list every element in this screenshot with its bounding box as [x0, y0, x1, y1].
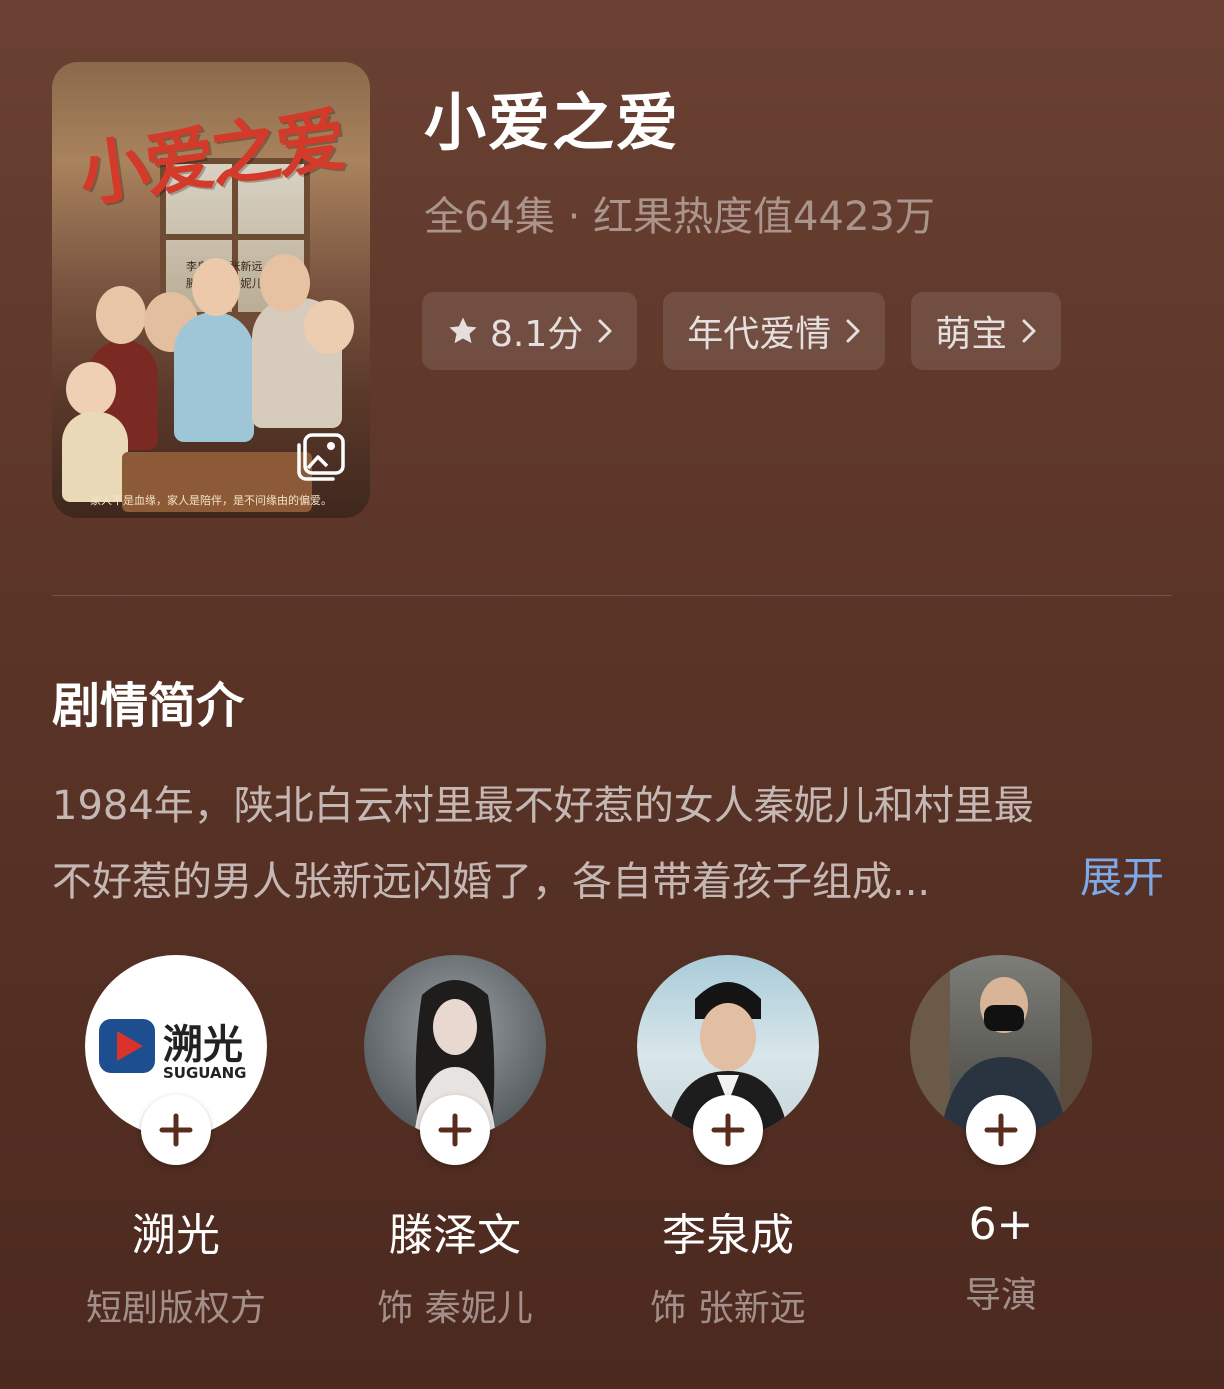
synopsis-line: 1984年，陕北白云村里最不好惹的女人秦妮儿和村里最	[52, 783, 1034, 829]
plus-icon	[159, 1113, 193, 1147]
rating-chip[interactable]: 8.1分	[422, 292, 638, 370]
poster-tagline: 家人不是血缘，家人是陪伴，是不问缘由的偏爱。	[90, 494, 332, 507]
genre-label: 萌宝	[935, 314, 1008, 355]
cast-item[interactable]: 6+ 导演	[881, 955, 1121, 1318]
cast-item[interactable]: 溯光 SUGUANG 溯光 短剧版权方	[56, 955, 296, 1331]
poster-figure	[96, 286, 146, 344]
plus-icon	[438, 1113, 472, 1147]
drama-meta: 全64集 · 红果热度值4423万	[424, 194, 935, 240]
synopsis-heading: 剧情简介	[52, 678, 245, 734]
cast-name: 李泉成	[662, 1210, 794, 1261]
follow-button[interactable]	[693, 1095, 763, 1165]
expand-button[interactable]: 展开	[1080, 844, 1164, 905]
drama-title: 小爱之爱	[424, 86, 681, 159]
poster-figure	[66, 362, 116, 416]
genre-label: 年代爱情	[687, 314, 832, 355]
cast-name: 滕泽文	[389, 1210, 521, 1261]
chevron-right-icon	[1022, 319, 1036, 343]
poster-figure	[62, 412, 128, 502]
poster-figure	[304, 300, 354, 354]
cast-name: 6+	[968, 1199, 1034, 1250]
cast-item[interactable]: 李泉成 饰 张新远	[608, 955, 848, 1331]
follow-button[interactable]	[141, 1095, 211, 1165]
follow-button[interactable]	[966, 1095, 1036, 1165]
follow-button[interactable]	[420, 1095, 490, 1165]
poster-image[interactable]: 小爱之爱 李泉成 · 张新远 滕泽文 · 秦妮儿 家人不是血缘，家人是陪伴，是不…	[52, 62, 370, 518]
cast-role: 导演	[964, 1275, 1037, 1316]
poster-figure	[174, 312, 254, 442]
synopsis-line: 不好惹的男人张新远闪婚了，各自带着孩子组成...	[52, 859, 931, 905]
cast-name: 溯光	[132, 1210, 220, 1261]
poster-figure	[260, 254, 310, 312]
genre-chip-romance[interactable]: 年代爱情	[663, 292, 886, 370]
synopsis-text: 1984年，陕北白云村里最不好惹的女人秦妮儿和村里最 不好惹的男人张新远闪婚了，…	[52, 768, 1172, 920]
plus-icon	[984, 1113, 1018, 1147]
image-gallery-icon[interactable]	[294, 432, 346, 484]
logo-subtext: SUGUANG	[163, 1064, 247, 1082]
logo-text: 溯光	[163, 1022, 243, 1068]
plus-icon	[711, 1113, 745, 1147]
star-icon	[449, 317, 477, 344]
chevron-right-icon	[846, 319, 860, 343]
rating-label: 8.1分	[490, 314, 584, 355]
genre-chip-cute-baby[interactable]: 萌宝	[911, 292, 1062, 370]
tag-row: 8.1分 年代爱情 萌宝	[422, 292, 1062, 370]
cast-list: 溯光 SUGUANG 溯光 短剧版权方 滕泽文 饰 秦妮儿 李泉成 饰 张新远 …	[0, 955, 1224, 1335]
cast-role: 饰 秦妮儿	[377, 1288, 533, 1329]
cast-role: 饰 张新远	[650, 1288, 806, 1329]
section-divider	[52, 595, 1172, 596]
cast-item[interactable]: 滕泽文 饰 秦妮儿	[335, 955, 575, 1331]
poster-figure	[192, 258, 240, 316]
cast-role: 短剧版权方	[85, 1288, 266, 1329]
chevron-right-icon	[598, 319, 612, 343]
